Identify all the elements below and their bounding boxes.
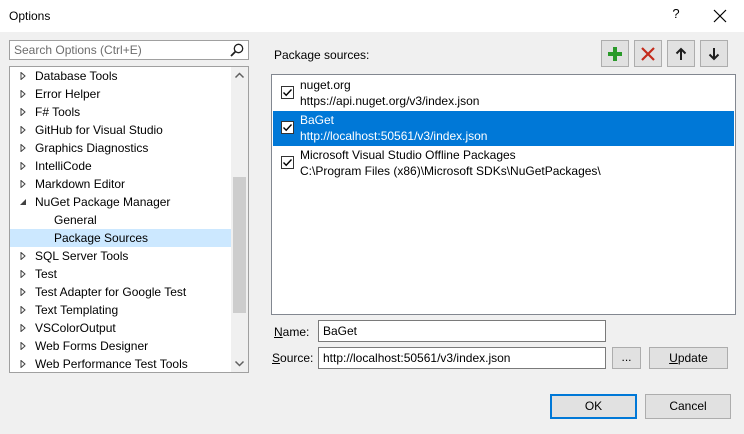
- tree-item-label: Error Helper: [35, 87, 101, 101]
- search-input[interactable]: [10, 41, 224, 59]
- package-source-row[interactable]: Microsoft Visual Studio Offline Packages…: [273, 146, 734, 181]
- source-field[interactable]: [319, 348, 605, 368]
- chevron-right-icon[interactable]: [19, 288, 27, 296]
- search-icon[interactable]: [229, 42, 245, 58]
- tree-item-label: SQL Server Tools: [35, 249, 129, 263]
- tree-item[interactable]: Web Performance Test Tools: [10, 355, 231, 372]
- enabled-checkbox[interactable]: [281, 86, 294, 99]
- close-button[interactable]: [706, 5, 734, 27]
- tree-item[interactable]: Package Sources: [10, 229, 231, 247]
- source-name: nuget.org: [300, 78, 351, 92]
- tree-item[interactable]: Web Forms Designer: [10, 337, 231, 355]
- window-title: Options: [9, 9, 51, 23]
- enabled-checkbox[interactable]: [281, 156, 294, 169]
- tree-item-label: VSColorOutput: [35, 321, 116, 335]
- update-button[interactable]: Update: [649, 347, 728, 369]
- tree-scrollbar[interactable]: [231, 67, 248, 372]
- tree-item[interactable]: VSColorOutput: [10, 319, 231, 337]
- remove-source-button[interactable]: [634, 40, 662, 67]
- chevron-right-icon[interactable]: [19, 162, 27, 170]
- x-icon: [641, 47, 655, 61]
- tree-item-label: GitHub for Visual Studio: [35, 123, 163, 137]
- plus-icon: [608, 47, 622, 61]
- chevron-right-icon[interactable]: [19, 90, 27, 98]
- tree-item-label: General: [54, 213, 97, 227]
- tree-item[interactable]: Test Adapter for Google Test: [10, 283, 231, 301]
- cancel-button[interactable]: Cancel: [645, 394, 731, 419]
- chevron-up-icon: [234, 72, 245, 79]
- checkmark-icon: [283, 124, 293, 132]
- tree-item[interactable]: IntelliCode: [10, 157, 231, 175]
- tree-item-label: Text Templating: [35, 303, 119, 317]
- tree-item-label: Test: [35, 267, 58, 281]
- chevron-right-icon[interactable]: [19, 342, 27, 350]
- tree-item-label: Graphics Diagnostics: [35, 141, 149, 155]
- tree-item[interactable]: Text Templating: [10, 301, 231, 319]
- source-name: BaGet: [300, 113, 335, 127]
- source-url: http://localhost:50561/v3/index.json: [300, 129, 488, 143]
- close-icon: [713, 9, 727, 23]
- scroll-thumb[interactable]: [233, 177, 246, 313]
- arrow-up-icon: [675, 47, 687, 60]
- tree-item-label: Markdown Editor: [35, 177, 126, 191]
- source-name: Microsoft Visual Studio Offline Packages: [300, 148, 516, 162]
- name-field[interactable]: [319, 321, 605, 341]
- tree-item[interactable]: Markdown Editor: [10, 175, 231, 193]
- checkmark-icon: [283, 159, 293, 167]
- tree-item[interactable]: F# Tools: [10, 103, 231, 121]
- tree-item-label: F# Tools: [35, 105, 81, 119]
- tree-item-label: Test Adapter for Google Test: [35, 285, 187, 299]
- chevron-right-icon[interactable]: [19, 72, 27, 80]
- tree-item[interactable]: Test: [10, 265, 231, 283]
- arrow-down-icon: [708, 48, 720, 61]
- scroll-down-button[interactable]: [231, 355, 248, 372]
- tree-item-label: Web Forms Designer: [35, 339, 149, 353]
- browse-button[interactable]: ...: [612, 347, 641, 369]
- chevron-right-icon[interactable]: [19, 252, 27, 260]
- tree-item[interactable]: GitHub for Visual Studio: [10, 121, 231, 139]
- title-bar: [0, 0, 744, 32]
- source-label: Source:: [272, 351, 314, 365]
- checkmark-icon: [283, 89, 293, 97]
- ok-button[interactable]: OK: [550, 394, 637, 419]
- source-url: https://api.nuget.org/v3/index.json: [300, 94, 480, 108]
- tree-item[interactable]: NuGet Package Manager: [10, 193, 231, 211]
- tree-item-label: Web Performance Test Tools: [35, 357, 188, 371]
- chevron-right-icon[interactable]: [19, 126, 27, 134]
- chevron-right-icon[interactable]: [19, 108, 27, 116]
- package-source-row[interactable]: nuget.org https://api.nuget.org/v3/index…: [273, 76, 734, 111]
- name-field-box[interactable]: [318, 320, 606, 342]
- chevron-right-icon[interactable]: [19, 270, 27, 278]
- tree-item[interactable]: Database Tools: [10, 67, 231, 85]
- source-url: C:\Program Files (x86)\Microsoft SDKs\Nu…: [300, 164, 601, 178]
- tree-item[interactable]: Error Helper: [10, 85, 231, 103]
- tree-item-label: Package Sources: [54, 231, 149, 245]
- tree-item[interactable]: Graphics Diagnostics: [10, 139, 231, 157]
- name-label: Name:: [274, 325, 310, 339]
- tree-item-label: IntelliCode: [35, 159, 92, 173]
- package-sources-list[interactable]: nuget.org https://api.nuget.org/v3/index…: [271, 74, 736, 315]
- tree-item-label: Database Tools: [35, 69, 118, 83]
- add-source-button[interactable]: [601, 40, 629, 67]
- chevron-down-icon: [234, 360, 245, 367]
- enabled-checkbox[interactable]: [281, 121, 294, 134]
- source-field-box[interactable]: [318, 347, 606, 369]
- chevron-right-icon[interactable]: [19, 144, 27, 152]
- move-down-button[interactable]: [700, 40, 728, 67]
- help-button[interactable]: ?: [663, 6, 689, 26]
- chevron-right-icon[interactable]: [19, 360, 27, 368]
- tree-item[interactable]: SQL Server Tools: [10, 247, 231, 265]
- move-up-button[interactable]: [667, 40, 695, 67]
- package-source-row-selected[interactable]: BaGet http://localhost:50561/v3/index.js…: [273, 111, 734, 146]
- package-sources-label: Package sources:: [274, 48, 370, 62]
- chevron-right-icon[interactable]: [19, 324, 27, 332]
- scroll-up-button[interactable]: [231, 67, 248, 84]
- tree-item-label: NuGet Package Manager: [35, 195, 171, 209]
- chevron-right-icon[interactable]: [19, 306, 27, 314]
- chevron-right-icon[interactable]: [19, 180, 27, 188]
- triangle-down-icon[interactable]: [19, 198, 27, 206]
- options-tree[interactable]: Database Tools Error Helper F# Tools GitHub…: [9, 66, 249, 373]
- search-box[interactable]: [9, 40, 249, 60]
- tree-item[interactable]: General: [10, 211, 231, 229]
